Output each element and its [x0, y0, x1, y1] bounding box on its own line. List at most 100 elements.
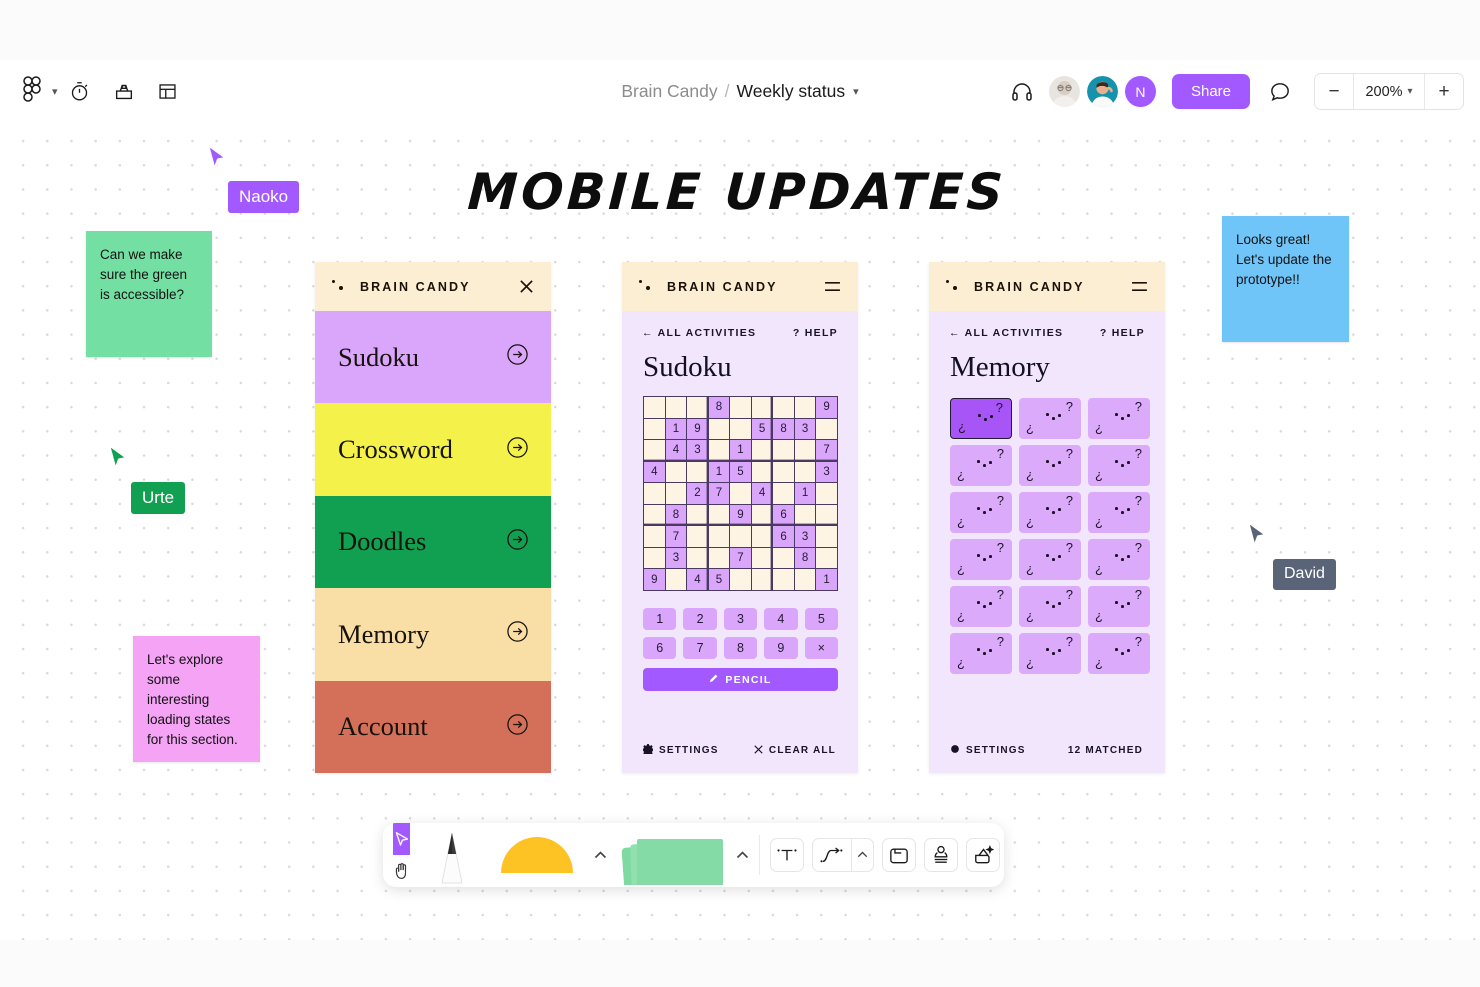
sudoku-cell-r7c4[interactable] — [708, 526, 730, 547]
sudoku-cell-r4c7[interactable] — [773, 461, 794, 483]
memory-card-8[interactable]: ¿? — [1019, 492, 1081, 533]
numpad-key-6[interactable]: 6 — [643, 637, 677, 659]
menu-item-crossword[interactable]: Crossword — [315, 403, 551, 496]
numpad-key-3[interactable]: 3 — [723, 608, 758, 630]
help-link[interactable]: ? HELP — [1100, 327, 1145, 339]
sudoku-cell-r6c5[interactable]: 9 — [730, 504, 751, 526]
zoom-in-button[interactable]: + — [1425, 74, 1463, 109]
sudoku-cell-r8c6[interactable] — [751, 547, 773, 569]
memory-card-18[interactable]: ¿? — [1088, 633, 1150, 674]
shape-tool-chevron[interactable] — [589, 823, 611, 887]
breadcrumb-project[interactable]: Brain Candy — [621, 81, 717, 102]
memory-card-3[interactable]: ¿? — [1088, 398, 1150, 439]
memory-card-16[interactable]: ¿? — [950, 633, 1012, 674]
sudoku-cell-r6c8[interactable] — [794, 504, 816, 526]
sudoku-cell-r7c6[interactable] — [751, 526, 773, 547]
close-icon[interactable] — [519, 279, 534, 294]
numpad-key-9[interactable]: 9 — [764, 637, 798, 659]
clear-all-button[interactable]: CLEAR ALL — [754, 744, 836, 757]
sudoku-cell-r6c9[interactable] — [816, 504, 837, 526]
numpad-key-8[interactable]: 8 — [723, 637, 758, 659]
sudoku-cell-r1c3[interactable] — [687, 397, 708, 418]
settings-button[interactable]: SETTINGS — [642, 744, 719, 757]
sudoku-cell-r7c9[interactable] — [816, 526, 837, 547]
menu-item-memory[interactable]: Memory — [315, 588, 551, 681]
sudoku-cell-r6c3[interactable] — [687, 504, 708, 526]
sudoku-cell-r2c2[interactable]: 1 — [665, 418, 687, 440]
memory-card-12[interactable]: ¿? — [1088, 539, 1150, 580]
sudoku-cell-r6c4[interactable] — [708, 504, 730, 526]
sudoku-cell-r8c9[interactable] — [816, 547, 837, 569]
sudoku-cell-r2c1[interactable] — [644, 418, 665, 440]
sudoku-cell-r5c7[interactable] — [773, 483, 794, 504]
numpad-key-5[interactable]: 5 — [804, 608, 838, 630]
sudoku-cell-r4c5[interactable]: 5 — [730, 461, 751, 483]
arrow-right-circle-icon[interactable] — [506, 620, 529, 648]
sudoku-cell-r8c4[interactable] — [708, 547, 730, 569]
memory-card-13[interactable]: ¿? — [950, 586, 1012, 627]
shape-tool[interactable] — [485, 823, 589, 887]
text-tool[interactable] — [770, 838, 804, 872]
all-activities-link[interactable]: ← ALL ACTIVITIES — [642, 327, 756, 339]
sudoku-cell-r8c7[interactable] — [773, 547, 794, 569]
sudoku-cell-r9c1[interactable]: 9 — [644, 569, 665, 590]
sudoku-cell-r7c1[interactable] — [644, 526, 665, 547]
sticky-note-tool-chevron[interactable] — [731, 823, 753, 887]
sticky-note-green[interactable]: Can we make sure the green is accessible… — [86, 231, 212, 357]
sudoku-cell-r8c5[interactable]: 7 — [730, 547, 751, 569]
mockup-memory-screen[interactable]: BRAIN CANDY ← ALL ACTIVITIES ? HELP Memo… — [929, 262, 1165, 773]
zoom-out-button[interactable]: − — [1315, 74, 1353, 109]
memory-card-15[interactable]: ¿? — [1088, 586, 1150, 627]
hand-tool[interactable] — [393, 855, 410, 887]
sudoku-cell-r1c8[interactable] — [794, 397, 816, 418]
memory-card-17[interactable]: ¿? — [1019, 633, 1081, 674]
menu-item-doodles[interactable]: Doodles — [315, 495, 551, 589]
memory-card-11[interactable]: ¿? — [1019, 539, 1081, 580]
sudoku-cell-r5c4[interactable]: 7 — [708, 483, 730, 504]
arrow-right-circle-icon[interactable] — [506, 713, 529, 741]
sudoku-cell-r4c4[interactable]: 1 — [708, 461, 730, 483]
sudoku-cell-r7c7[interactable]: 6 — [773, 526, 794, 547]
sticky-note-blue[interactable]: Looks great! Let's update the prototype!… — [1222, 216, 1349, 342]
frame-tool[interactable] — [882, 838, 916, 872]
all-activities-link[interactable]: ← ALL ACTIVITIES — [949, 327, 1063, 339]
sudoku-cell-r4c2[interactable] — [665, 461, 687, 483]
memory-card-1[interactable]: ¿? — [950, 398, 1012, 439]
memory-card-7[interactable]: ¿? — [950, 492, 1012, 533]
hamburger-menu-icon[interactable] — [824, 280, 841, 293]
sudoku-cell-r9c7[interactable] — [773, 569, 794, 590]
sudoku-cell-r3c1[interactable] — [644, 440, 665, 461]
sudoku-cell-r9c8[interactable] — [794, 569, 816, 590]
connector-tool[interactable] — [813, 839, 851, 871]
sudoku-cell-r7c3[interactable] — [687, 526, 708, 547]
sudoku-cell-r1c5[interactable] — [730, 397, 751, 418]
sudoku-cell-r5c1[interactable] — [644, 483, 665, 504]
hamburger-menu-icon[interactable] — [1131, 280, 1148, 293]
sudoku-cell-r4c8[interactable] — [794, 461, 816, 483]
comment-bubble-icon[interactable] — [1260, 72, 1300, 112]
templates-tool[interactable] — [102, 70, 146, 114]
pencil-button[interactable]: PENCIL — [643, 668, 838, 691]
memory-card-10[interactable]: ¿? — [950, 539, 1012, 580]
sudoku-cell-r2c6[interactable]: 5 — [751, 418, 773, 440]
sudoku-cell-r1c2[interactable] — [665, 397, 687, 418]
widget-tool[interactable] — [966, 838, 1000, 872]
numpad-key-4[interactable]: 4 — [764, 608, 798, 630]
sudoku-cell-r9c5[interactable] — [730, 569, 751, 590]
sudoku-cell-r4c6[interactable] — [751, 461, 773, 483]
sudoku-cell-r3c3[interactable]: 3 — [687, 440, 708, 461]
sudoku-cell-r3c4[interactable] — [708, 440, 730, 461]
numpad-key-1[interactable]: 1 — [643, 608, 677, 630]
board-title[interactable]: MOBILE UPDATES — [450, 163, 1023, 221]
sudoku-cell-r5c5[interactable] — [730, 483, 751, 504]
numpad-key-7[interactable]: 7 — [683, 637, 717, 659]
sudoku-cell-r4c1[interactable]: 4 — [644, 461, 665, 483]
sticky-note-pink[interactable]: Let's explore some interesting loading s… — [133, 636, 260, 762]
sudoku-cell-r5c9[interactable] — [816, 483, 837, 504]
sudoku-cell-r3c2[interactable]: 4 — [665, 440, 687, 461]
sudoku-cell-r9c3[interactable]: 4 — [687, 569, 708, 590]
menu-item-account[interactable]: Account — [315, 680, 551, 773]
arrow-right-circle-icon[interactable] — [506, 343, 529, 371]
sudoku-cell-r1c7[interactable] — [773, 397, 794, 418]
sudoku-cell-r6c2[interactable]: 8 — [665, 504, 687, 526]
